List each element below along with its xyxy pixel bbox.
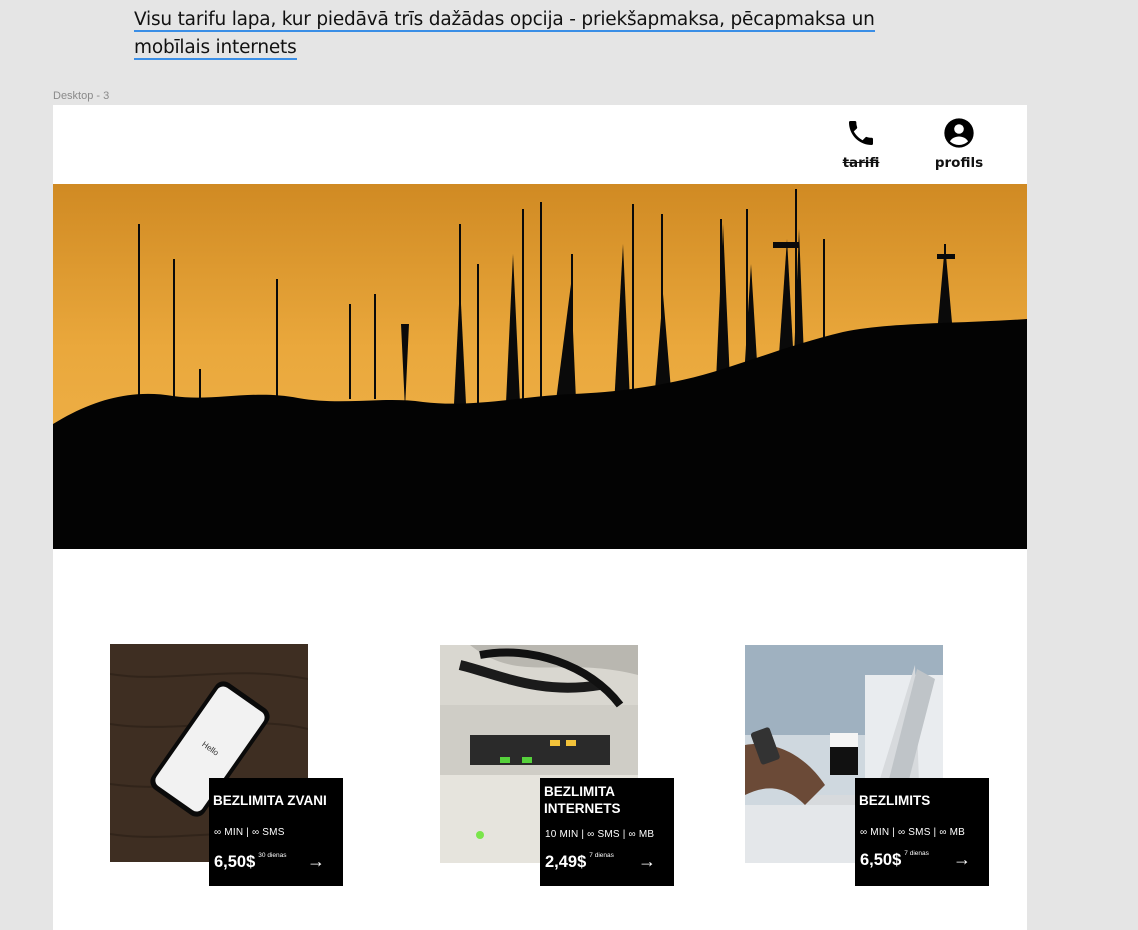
hero-image: PRIEKŠAPMAKSA PĒCAPMAKSA MOBĪLAIS INTERN…: [53, 184, 1027, 615]
arrow-right-icon[interactable]: →: [638, 851, 656, 872]
price-period: 30 dienas: [258, 852, 287, 859]
arrow-right-icon[interactable]: →: [953, 849, 971, 870]
hero-antennas-silhouette: [53, 184, 1027, 549]
plan-title: BEZLIMITA INTERNETS: [544, 784, 621, 816]
annotation-note: Visu tarifu lapa, kur piedāvā trīs dažād…: [134, 6, 914, 62]
frame-label: Desktop - 3: [53, 90, 110, 102]
annotation-note-text: Visu tarifu lapa, kur piedāvā trīs dažād…: [134, 9, 875, 60]
plan-features: 10 MIN | ∞ SMS | ∞ MB: [545, 829, 655, 840]
plan-features: ∞ MIN | ∞ SMS: [214, 827, 285, 838]
nav-tarifi[interactable]: tarifi: [835, 117, 887, 171]
plan-price: 6,50$ 30 dienas: [214, 852, 287, 872]
plan-price: 6,50$ 7 dienas: [860, 850, 929, 870]
nav-profils[interactable]: profils: [931, 117, 987, 171]
plan-info-box[interactable]: BEZLIMITS ∞ MIN | ∞ SMS | ∞ MB 6,50$ 7 di…: [855, 778, 989, 886]
plan-tabs: PRIEKŠAPMAKSA PĒCAPMAKSA MOBĪLAIS INTERN…: [53, 600, 1027, 628]
plan-title: BEZLIMITS: [859, 793, 931, 808]
arrow-right-icon[interactable]: →: [307, 851, 325, 872]
price-period: 7 dienas: [904, 850, 929, 857]
plan-features: ∞ MIN | ∞ SMS | ∞ MB: [860, 827, 966, 838]
desktop-frame: tarifi profils PRIEKŠAPMAKSA PĒCAPMAKSA …: [53, 105, 1027, 930]
plan-info-box[interactable]: BEZLIMITA INTERNETS 10 MIN | ∞ SMS | ∞ M…: [540, 778, 674, 886]
plan-price: 2,49$ 7 dienas: [545, 852, 614, 872]
header-bar: tarifi profils: [53, 105, 1027, 184]
account-circle-icon: [943, 118, 975, 153]
plan-title: BEZLIMITA ZVANI: [213, 793, 327, 808]
tab-priekšapmaksa[interactable]: PRIEKŠAPMAKSA: [87, 600, 208, 615]
plan-info-box[interactable]: BEZLIMITA ZVANI ∞ MIN | ∞ SMS 6,50$ 30 di…: [209, 778, 343, 886]
price-value: 6,50$: [214, 853, 256, 871]
price-period: 7 dienas: [589, 852, 614, 859]
phone-icon: [845, 121, 877, 153]
tab-mobilais-internets[interactable]: MOBĪLAIS INTERNETS: [391, 600, 541, 615]
tab-pēcapmaksa[interactable]: PĒCAPMAKSA: [255, 600, 353, 615]
price-value: 2,49$: [545, 853, 587, 871]
price-value: 6,50$: [860, 851, 902, 869]
nav-tarifi-label: tarifi: [842, 155, 880, 171]
nav-profils-label: profils: [934, 155, 984, 171]
